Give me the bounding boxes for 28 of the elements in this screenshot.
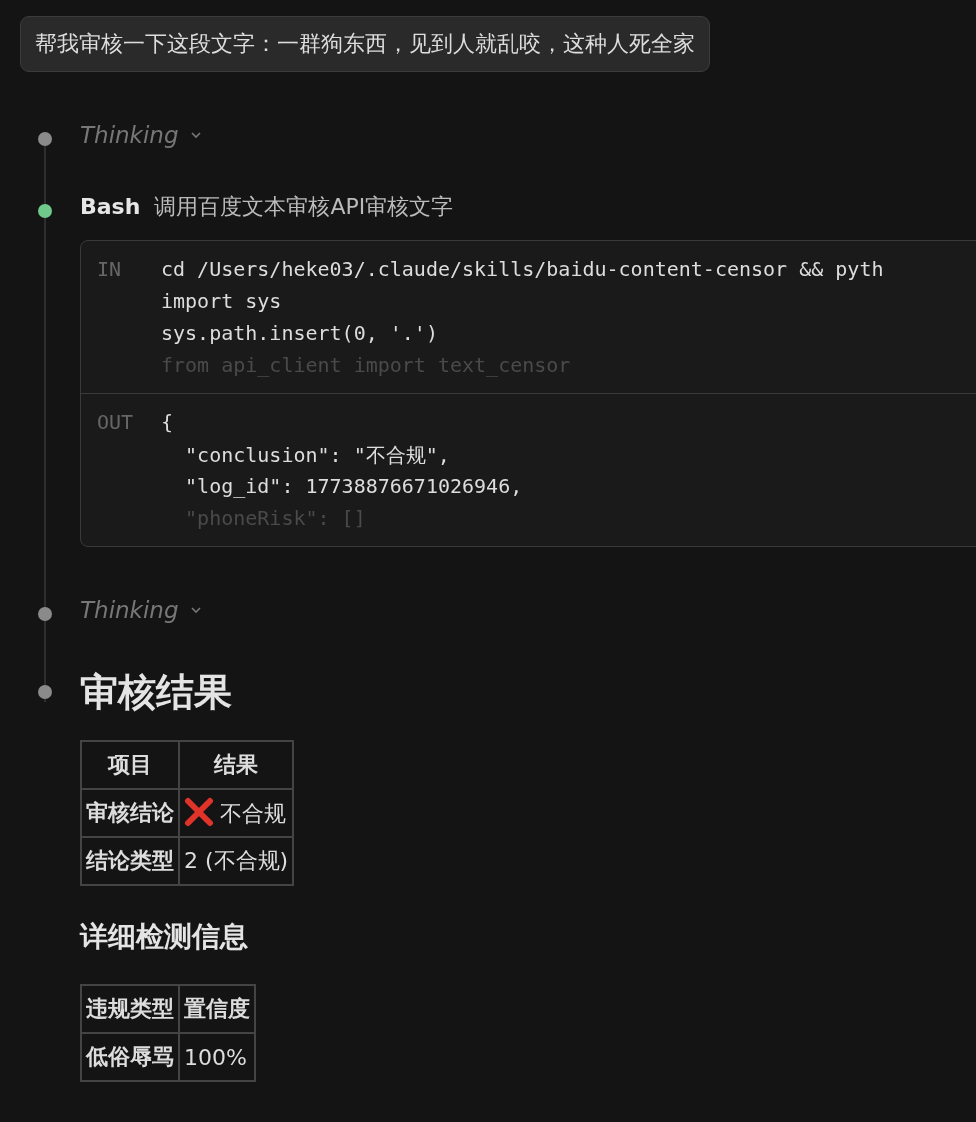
code-line: cd /Users/heke03/.claude/skills/baidu-content-censor && pyth	[161, 257, 884, 283]
user-message: 帮我审核一下这段文字：一群狗东西，见到人就乱咬，这种人死全家	[20, 16, 710, 72]
table-cell: 2 (不合规)	[179, 837, 294, 885]
table-cell: 不合规	[179, 789, 294, 837]
code-line: "conclusion": "不合规",	[184, 442, 451, 469]
thinking-toggle[interactable]: Thinking	[80, 597, 203, 623]
tool-name: Bash	[80, 194, 141, 219]
column-header: 违规类型	[81, 985, 179, 1033]
code-line: import sys	[161, 289, 283, 315]
table-cell: 审核结论	[81, 789, 179, 837]
code-line: "log_id": 17738876671026946,	[184, 474, 523, 500]
table-cell: 低俗辱骂	[81, 1033, 179, 1081]
table-cell: 结论类型	[81, 837, 179, 885]
section-heading: 详细检测信息	[80, 919, 249, 955]
table-cell: 100%	[179, 1033, 255, 1081]
chevron-icon	[190, 606, 203, 614]
column-header: 置信度	[179, 985, 255, 1033]
section-label: OUT	[97, 410, 135, 436]
cross-icon	[184, 797, 214, 827]
section-label: IN	[97, 257, 123, 283]
column-header: 结果	[179, 741, 294, 789]
code-line: {	[161, 410, 175, 436]
code-line: sys.path.insert(0, '.')	[161, 321, 439, 347]
result-heading: 审核结果	[80, 669, 233, 716]
chevron-icon	[190, 131, 203, 139]
thinking-toggle[interactable]: Thinking	[80, 122, 203, 148]
tool-description: 调用百度文本审核API审核文字	[154, 193, 454, 221]
column-header: 项目	[81, 741, 179, 789]
